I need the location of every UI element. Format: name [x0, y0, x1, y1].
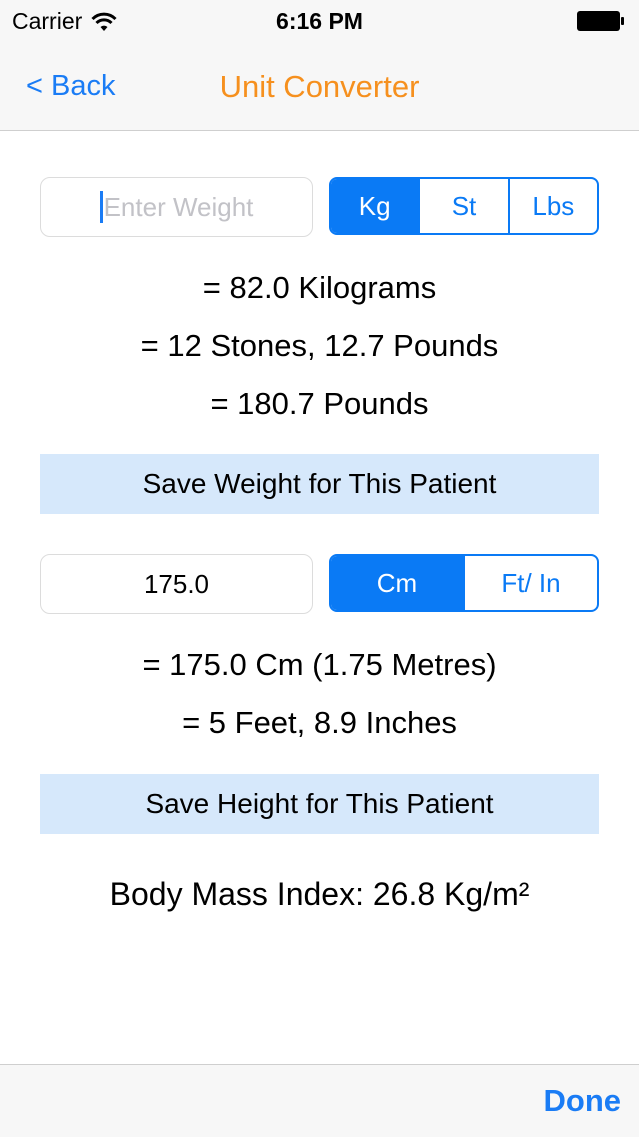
height-input-value: 175.0	[143, 568, 210, 599]
weight-unit-selector[interactable]: Kg St Lbs	[329, 177, 599, 235]
weight-input[interactable]: Enter Weight	[40, 177, 313, 237]
unit-lbs-option[interactable]: Lbs	[507, 179, 597, 233]
save-weight-button[interactable]: Save Weight for This Patient	[40, 454, 599, 514]
status-bar: Carrier 6:16 PM	[0, 0, 639, 42]
unit-cm-option[interactable]: Cm	[331, 556, 463, 610]
weight-stones-result: = 12 Stones, 12.7 Pounds	[140, 328, 499, 363]
save-height-button[interactable]: Save Height for This Patient	[40, 774, 599, 834]
page-title: Unit Converter	[219, 69, 420, 104]
weight-input-placeholder: Enter Weight	[103, 191, 254, 222]
done-button[interactable]: Done	[544, 1083, 622, 1119]
navigation-bar: < Back Unit Converter	[0, 42, 639, 131]
status-time: 6:16 PM	[276, 8, 363, 34]
bmi-result: Body Mass Index: 26.8 Kg/m²	[109, 876, 530, 912]
bottom-toolbar: Done	[0, 1064, 639, 1137]
height-input[interactable]: 175.0	[40, 554, 313, 614]
unit-st-option[interactable]: St	[418, 179, 507, 233]
text-caret	[99, 191, 103, 223]
unit-ft-in-option[interactable]: Ft/ In	[463, 556, 597, 610]
unit-kg-option[interactable]: Kg	[331, 179, 419, 233]
height-feet-result: = 5 Feet, 8.9 Inches	[182, 705, 457, 740]
battery-icon	[577, 11, 624, 31]
weight-kilograms-result: = 82.0 Kilograms	[202, 270, 437, 305]
height-cm-result: = 175.0 Cm (1.75 Metres)	[142, 647, 497, 682]
weight-pounds-result: = 180.7 Pounds	[210, 386, 429, 421]
height-unit-selector[interactable]: Cm Ft/ In	[329, 554, 599, 612]
